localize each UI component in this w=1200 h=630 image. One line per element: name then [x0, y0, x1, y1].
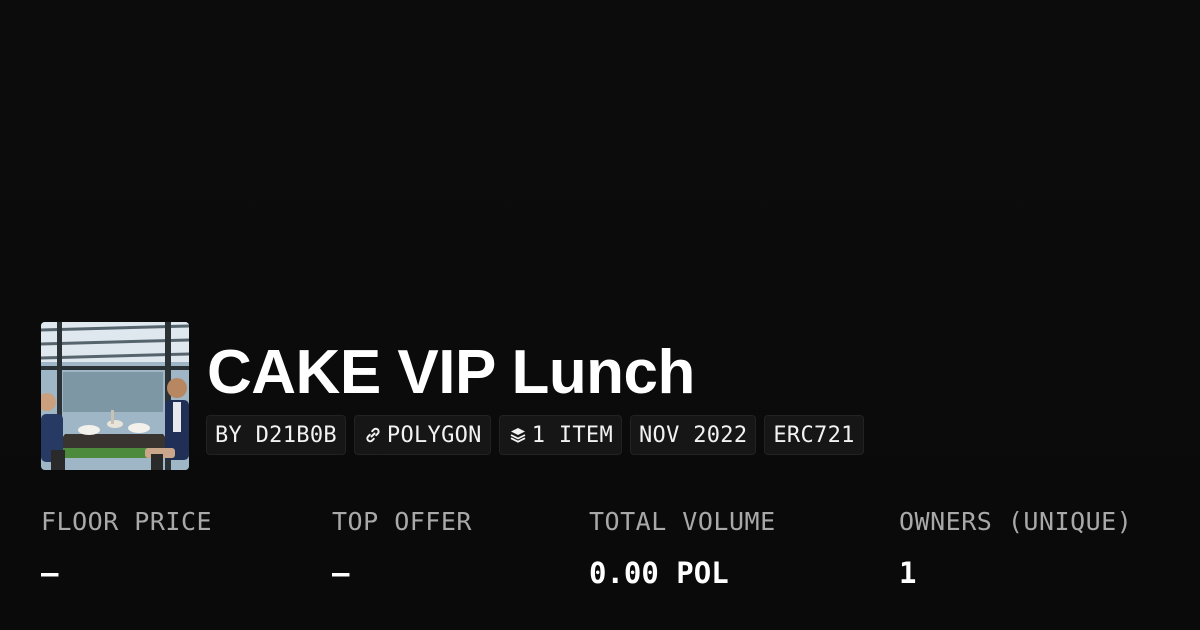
stat-label: FLOOR PRICE	[41, 507, 213, 536]
stat-total-volume: TOTAL VOLUME 0.00 POL	[589, 505, 776, 591]
chain-chip[interactable]: POLYGON	[353, 415, 491, 455]
standard-label: ERC721	[773, 422, 855, 448]
stat-owners: OWNERS (UNIQUE) 1	[899, 505, 1132, 591]
standard-chip: ERC721	[764, 415, 864, 455]
stat-label: TOTAL VOLUME	[589, 507, 776, 536]
items-label: 1 ITEM	[531, 422, 614, 448]
stat-value: –	[332, 556, 350, 590]
collection-title: CAKE VIP Lunch	[207, 338, 695, 407]
stat-label: TOP OFFER	[332, 507, 472, 536]
items-chip: 1 ITEM	[498, 415, 623, 455]
stat-value: –	[41, 556, 59, 590]
stat-label: OWNERS (UNIQUE)	[899, 507, 1133, 536]
layers-icon	[508, 425, 528, 445]
og-card: CAKE VIP Lunch BY D21B0B POLYGON 1 ITEM …	[0, 0, 1200, 630]
collection-thumbnail	[41, 322, 189, 470]
collection-meta-chips: BY D21B0B POLYGON 1 ITEM NOV 2022 ERC721	[206, 415, 864, 455]
creator-chip[interactable]: BY D21B0B	[206, 415, 346, 455]
stat-value: 1	[899, 556, 917, 590]
date-label: NOV 2022	[639, 422, 748, 448]
date-chip: NOV 2022	[630, 415, 757, 455]
chain-label: POLYGON	[386, 422, 482, 448]
chain-link-icon	[363, 425, 383, 445]
stat-top-offer: TOP OFFER –	[332, 505, 472, 591]
creator-label: BY D21B0B	[215, 422, 337, 448]
stat-value: 0.00 POL	[589, 556, 729, 590]
stat-floor-price: FLOOR PRICE –	[41, 505, 212, 591]
